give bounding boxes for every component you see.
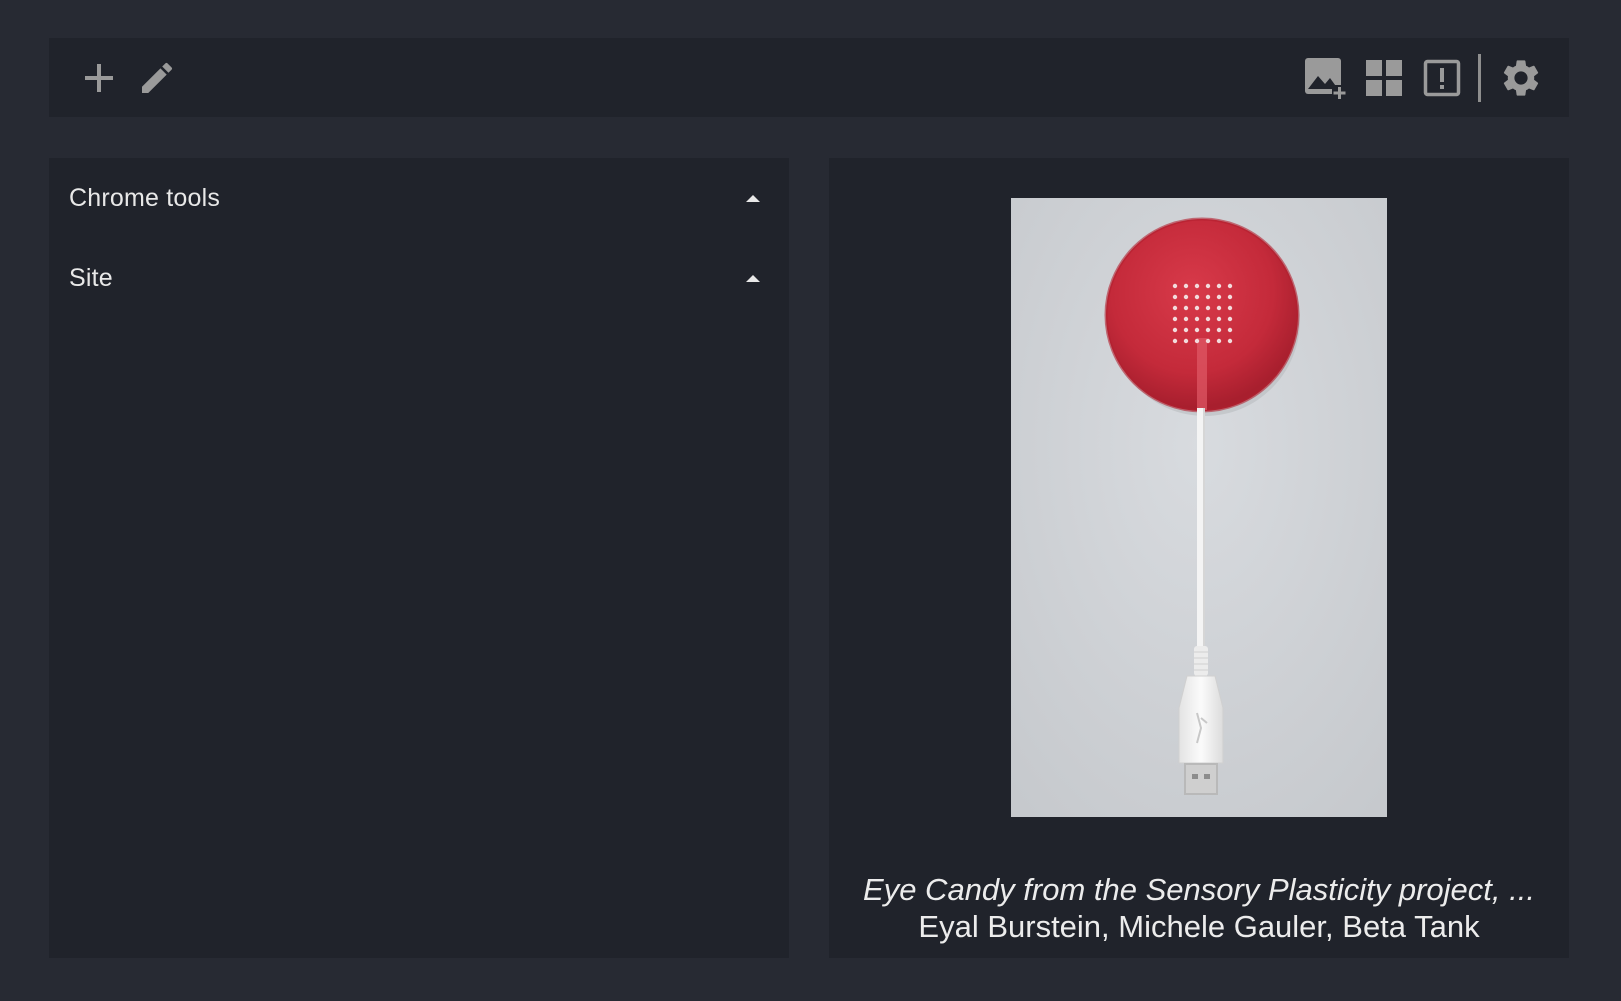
artwork-title[interactable]: Eye Candy from the Sensory Plasticity pr… (829, 871, 1569, 909)
report-icon (1423, 59, 1461, 97)
grid-view-button[interactable] (1361, 38, 1407, 117)
accordion-site[interactable]: Site (49, 250, 789, 306)
sidebar-panel: Chrome tools Site (49, 158, 789, 958)
settings-gear-icon (1499, 56, 1543, 100)
top-toolbar (49, 38, 1569, 117)
caret-up-icon (746, 194, 760, 202)
add-button[interactable] (75, 38, 123, 117)
toolbar-divider (1478, 54, 1481, 102)
artwork-panel: Eye Candy from the Sensory Plasticity pr… (829, 158, 1569, 958)
accordion-chrome-tools[interactable]: Chrome tools (49, 170, 789, 226)
add-image-button[interactable] (1300, 38, 1350, 117)
artwork-artists[interactable]: Eyal Burstein, Michele Gauler, Beta Tank (829, 909, 1569, 945)
grid-view-icon (1365, 59, 1403, 97)
edit-button[interactable] (133, 38, 181, 117)
report-button[interactable] (1419, 38, 1465, 117)
settings-button[interactable] (1496, 38, 1546, 117)
add-image-icon (1303, 56, 1347, 100)
caret-up-icon (746, 274, 760, 282)
accordion-label: Site (69, 263, 113, 292)
artwork-image[interactable] (1011, 198, 1387, 817)
edit-pencil-icon (137, 58, 177, 98)
add-icon (83, 62, 115, 94)
lollipop-usb-photo (1011, 198, 1387, 817)
artwork-caption: Eye Candy from the Sensory Plasticity pr… (829, 871, 1569, 945)
accordion-label: Chrome tools (69, 183, 221, 212)
